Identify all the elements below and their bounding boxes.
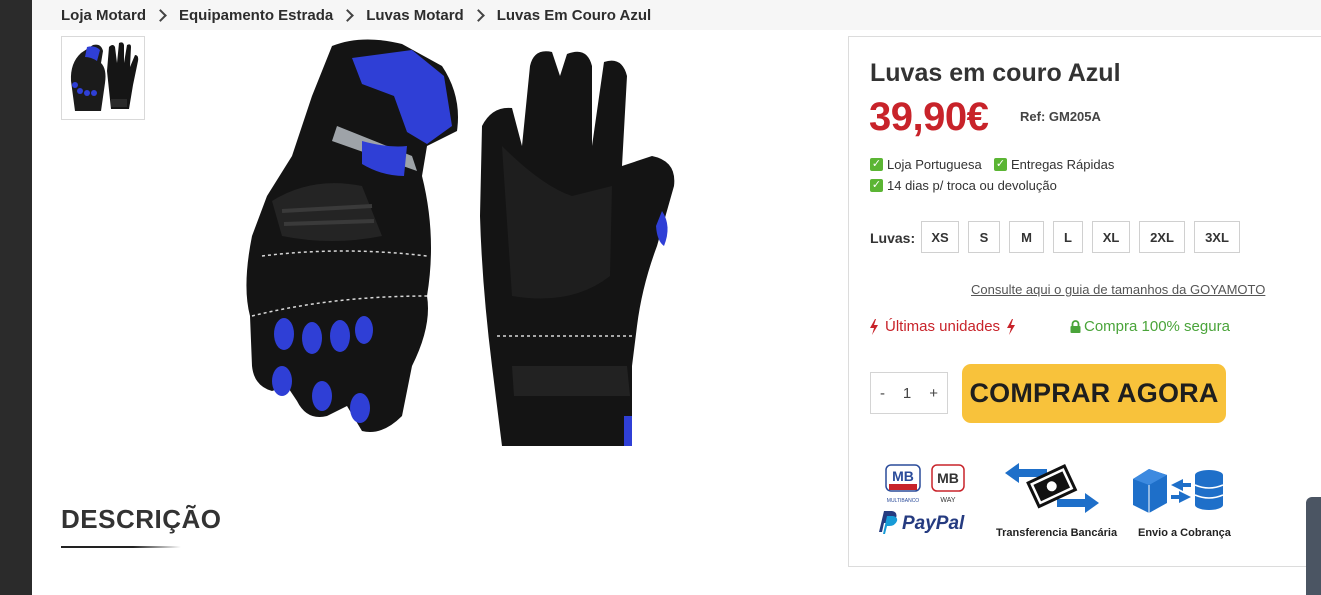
- mb-way-mark: MB: [937, 470, 959, 486]
- chevron-right-icon: [471, 8, 485, 22]
- stock-notice: Últimas unidades: [869, 318, 1022, 335]
- gallery-thumbnail[interactable]: [61, 36, 145, 120]
- product-main-image[interactable]: [212, 36, 682, 466]
- mb-way-logo: MB WAY: [931, 464, 965, 504]
- breadcrumb-item-equipamento-estrada[interactable]: Equipamento Estrada: [179, 7, 333, 24]
- mb-multibanco-sub: MULTIBANCO: [887, 498, 920, 504]
- bank-transfer-caption: Transferencia Bancária: [996, 527, 1118, 539]
- size-option-l[interactable]: L: [1053, 221, 1083, 253]
- product-ref: Ref: GM205A: [1020, 109, 1101, 124]
- product-info-panel: Luvas em couro Azul 39,90€ Ref: GM205A ✓…: [848, 36, 1321, 567]
- quantity-increase-button[interactable]: +: [929, 385, 938, 402]
- check-icon: ✓: [870, 158, 883, 171]
- quantity-value[interactable]: 1: [903, 385, 911, 402]
- size-option-3xl[interactable]: 3XL: [1194, 221, 1240, 253]
- breadcrumb-item-loja-motard[interactable]: Loja Motard: [61, 7, 146, 24]
- bank-transfer-icon: [1005, 463, 1099, 513]
- breadcrumb-bar: Loja Motard Equipamento Estrada Luvas Mo…: [32, 0, 1321, 30]
- mb-multibanco-mark: MB: [892, 468, 914, 484]
- quantity-decrease-button[interactable]: -: [880, 385, 885, 402]
- cash-on-delivery-icon: [1133, 469, 1224, 513]
- secure-notice: Compra 100% segura: [1070, 318, 1230, 335]
- lock-icon: [1070, 320, 1081, 333]
- feature-loja-portuguesa: ✓ Loja Portuguesa: [870, 157, 982, 172]
- chevron-right-icon: [154, 8, 167, 22]
- breadcrumb: Loja Motard Equipamento Estrada Luvas Mo…: [61, 4, 651, 26]
- cash-on-delivery-caption: Envio a Cobrança: [1138, 527, 1231, 539]
- product-page: Loja Motard Equipamento Estrada Luvas Mo…: [32, 0, 1321, 595]
- paypal-logo: PayPal: [879, 511, 965, 534]
- product-title: Luvas em couro Azul: [870, 59, 1121, 87]
- blue-leather-gloves-icon: [246, 39, 675, 446]
- feature-label: Loja Portuguesa: [887, 157, 982, 172]
- product-price: 39,90€: [869, 95, 989, 139]
- size-option-2xl[interactable]: 2XL: [1139, 221, 1185, 253]
- mb-way-sub: WAY: [940, 497, 955, 504]
- size-option-s[interactable]: S: [968, 221, 1000, 253]
- mb-multibanco-logo: MB MULTIBANCO: [885, 464, 921, 504]
- feature-label: Entregas Rápidas: [1011, 157, 1115, 172]
- paypal-label: PayPal: [902, 513, 965, 534]
- description-heading: DESCRIÇÃO: [61, 504, 222, 534]
- size-option-m[interactable]: M: [1009, 221, 1044, 253]
- breadcrumb-item-luvas-motard[interactable]: Luvas Motard: [366, 7, 464, 24]
- lightning-icon: [870, 318, 878, 335]
- gloves-thumbnail-icon: [70, 42, 139, 111]
- feature-entregas-rapidas: ✓ Entregas Rápidas: [994, 157, 1114, 172]
- size-option-xl[interactable]: XL: [1092, 221, 1130, 253]
- description-underline: [61, 546, 181, 548]
- stock-notice-label: Últimas unidades: [885, 318, 1001, 335]
- size-guide-link[interactable]: Consulte aqui o guia de tamanhos da GOYA…: [971, 282, 1265, 297]
- floating-side-widget[interactable]: [1306, 497, 1321, 595]
- feature-label: 14 dias p/ troca ou devolução: [887, 178, 1057, 193]
- buy-now-button[interactable]: COMPRAR AGORA: [962, 364, 1226, 423]
- breadcrumb-item-current: Luvas Em Couro Azul: [496, 6, 652, 24]
- check-icon: ✓: [994, 158, 1007, 171]
- lightning-icon: [1007, 318, 1016, 335]
- check-icon: ✓: [870, 179, 883, 192]
- size-label: Luvas:: [870, 230, 916, 246]
- feature-troca-devolucao: ✓ 14 dias p/ troca ou devolução: [870, 178, 1057, 193]
- quantity-stepper: - 1 +: [870, 372, 948, 414]
- chevron-right-icon: [341, 8, 355, 22]
- size-option-xs[interactable]: XS: [921, 221, 959, 253]
- secure-notice-label: Compra 100% segura: [1084, 318, 1230, 335]
